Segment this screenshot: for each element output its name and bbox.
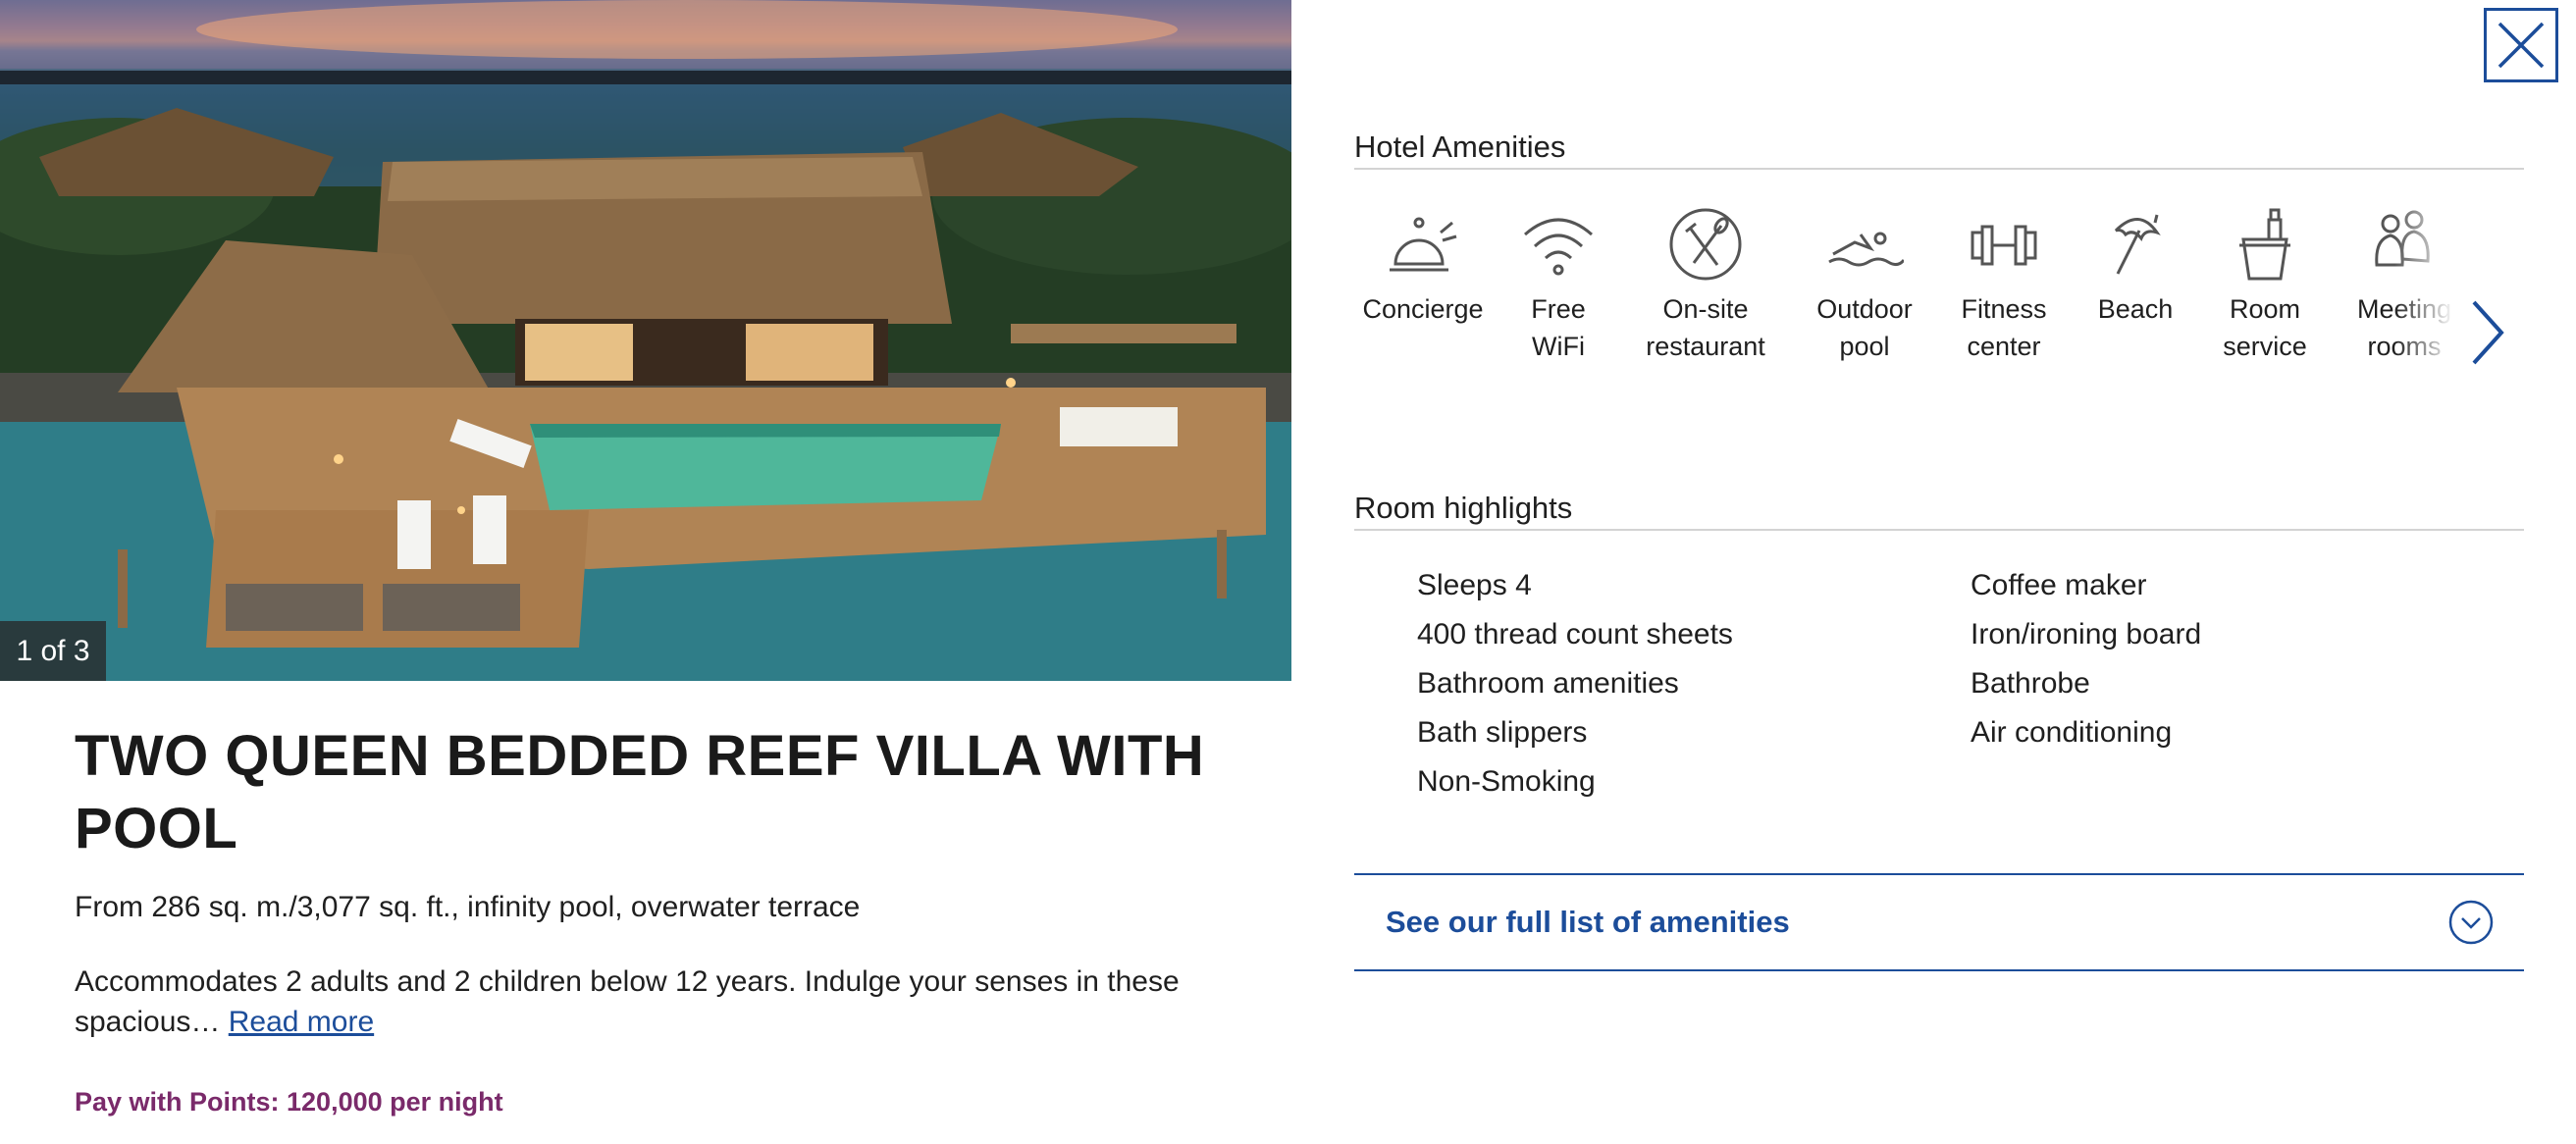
room-photo[interactable]: 1 of 3 [0,0,1291,681]
highlight-item: Sleeps 4 [1417,569,1532,601]
swimmer-icon [1828,232,1904,267]
amenity-free-wifi: Free WiFi [1490,204,1627,365]
hotel-amenities-title: Hotel Amenities [1354,130,1566,164]
concierge-bell-icon [1390,217,1457,272]
beach-umbrella-icon [2114,214,2161,275]
amenity-label: Outdoor [1816,294,1913,324]
room-size-line: From 286 sq. m./3,077 sq. ft., infinity … [75,891,861,923]
room-title: TWO QUEEN BEDDED REEF VILLA WITH POOL [75,724,1205,860]
highlight-item: Non-Smoking [1417,765,1596,798]
highlight-item: 400 thread count sheets [1417,618,1733,650]
amenity-outdoor-pool: Outdoor pool [1796,204,1933,365]
amenity-label: On-site [1662,294,1749,324]
amenity-beach: Beach [2067,204,2204,328]
amenity-label: Fitness [1961,294,2047,324]
highlights-divider [1354,529,2524,531]
restaurant-icon [1669,208,1742,281]
read-more-link[interactable]: Read more [229,1006,374,1038]
highlight-item: Air conditioning [1971,716,2173,749]
close-button[interactable] [2484,8,2558,82]
points-price: Pay with Points: 120,000 per night [75,1087,503,1117]
highlight-item: Bath slippers [1417,716,1588,749]
highlight-item: Bathroom amenities [1417,667,1679,700]
room-description: Accommodates 2 adults and 2 children bel… [75,962,1213,1042]
amenities-carousel: Concierge Free WiFi On-site restaurant O… [1354,204,2483,390]
full-amenities-accordion[interactable]: See our full list of amenities [1354,873,2524,971]
amenity-label-line2: service [2223,332,2307,361]
close-icon [2497,22,2545,69]
villa-photo-illustration [0,0,1291,681]
amenity-label: Room [2229,294,2301,324]
amenity-concierge: Concierge [1354,204,1492,328]
chevron-right-icon[interactable] [2468,298,2507,367]
amenity-label-line2: WiFi [1532,332,1585,361]
amenity-label: Free [1531,294,1586,324]
amenity-label-line2: center [1967,332,2041,361]
wifi-icon [1524,218,1593,276]
amenity-label: Concierge [1362,294,1484,324]
amenity-restaurant: On-site restaurant [1637,204,1774,365]
amenity-fitness-center: Fitness center [1935,204,2073,365]
highlight-item: Coffee maker [1971,569,2147,601]
ice-bucket-icon [2239,208,2290,281]
dumbbell-icon [1971,225,2037,266]
photo-counter: 1 of 3 [0,621,106,681]
highlight-item: Iron/ironing board [1971,618,2202,650]
amenity-label-line2: restaurant [1646,332,1765,361]
room-highlights-title: Room highlights [1354,491,1573,525]
highlights-list-left: Sleeps 4 400 thread count sheets Bathroo… [1417,561,1733,806]
amenities-divider [1354,168,2524,170]
amenity-label-line2: pool [1839,332,1890,361]
chevron-down-circle-icon [2448,900,2494,945]
highlight-item: Bathrobe [1971,667,2090,700]
amenity-room-service: Room service [2196,204,2334,365]
highlights-list-right: Coffee maker Iron/ironing board Bathrobe… [1971,561,2201,757]
amenity-label: Beach [2097,294,2174,324]
full-amenities-label: See our full list of amenities [1386,905,1790,939]
